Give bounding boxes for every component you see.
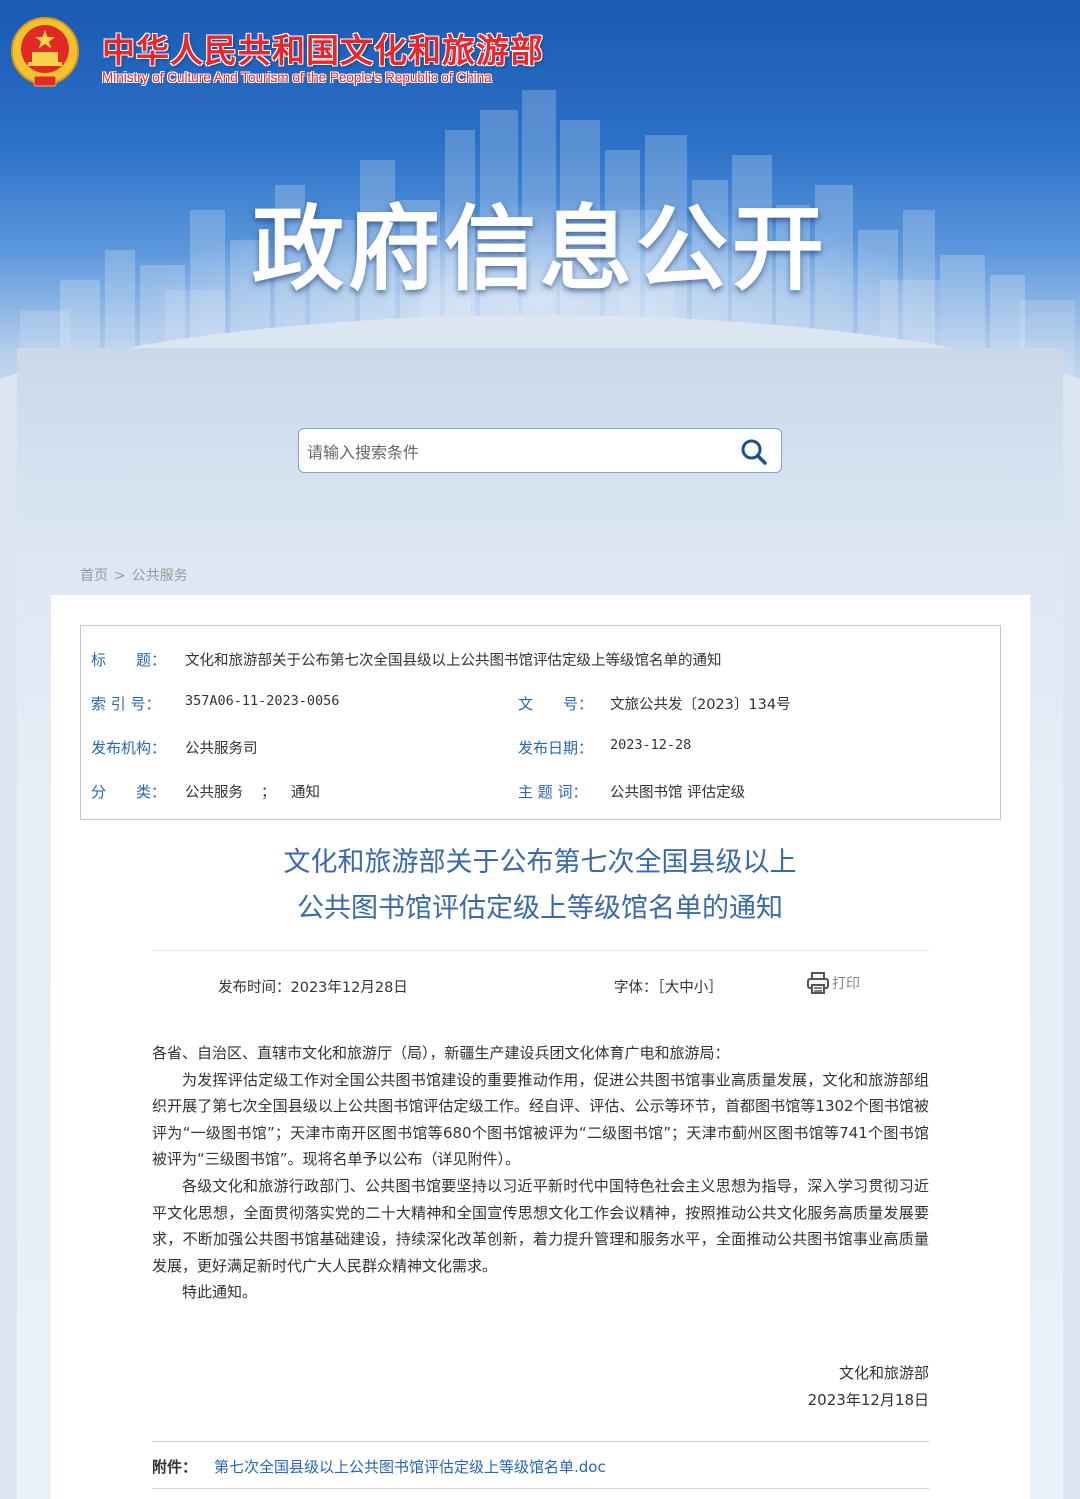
search-icon[interactable] <box>739 437 769 467</box>
site-subtitle: Ministry of Culture And Tourism of the P… <box>102 70 492 85</box>
font-size-switcher[interactable]: 字体：［大中小］ <box>614 976 723 997</box>
attachment-link[interactable]: 第七次全国县级以上公共图书馆评估定级上等级馆名单.doc <box>214 1456 606 1477</box>
document-metadata-box: 标 题： 文化和旅游部关于公布第七次全国县级以上公共图书馆评估定级上等级馆名单的… <box>80 625 1001 820</box>
print-label: 打印 <box>832 976 860 992</box>
meta-date-value: 2023-12-28 <box>610 737 692 753</box>
signer: 文化和旅游部 <box>838 1364 929 1382</box>
meta-index-value: 357A06-11-2023-0056 <box>185 693 340 709</box>
attachment-divider-top <box>152 1441 929 1442</box>
meta-title-label: 标 题： <box>91 651 167 669</box>
paragraph-1: 为发挥评估定级工作对全国公共图书馆建设的重要推动作用，促进公共图书馆事业高质量发… <box>152 1070 929 1169</box>
publish-time: 发布时间：2023年12月28日 <box>218 980 408 996</box>
meta-category-value-2: 通知 <box>291 785 320 801</box>
breadcrumb-current[interactable]: 公共服务 <box>132 568 188 584</box>
banner-heading: 政府信息公开 <box>251 195 828 303</box>
article-title-line-1: 文化和旅游部关于公布第七次全国县级以上 <box>283 847 797 878</box>
salutation: 各省、自治区、直辖市文化和旅游厅（局），新疆生产建设兵团文化体育广电和旅游局： <box>152 1044 730 1062</box>
national-emblem-icon <box>11 17 79 87</box>
paragraph-2: 各级文化和旅游行政部门、公共图书馆要坚持以习近平新时代中国特色社会主义思想为指导… <box>152 1176 929 1275</box>
meta-org-value: 公共服务司 <box>185 741 258 757</box>
attachment-label: 附件： <box>152 1458 198 1476</box>
search-input[interactable] <box>305 437 729 467</box>
meta-index-label: 索 引 号： <box>91 695 161 713</box>
meta-keywords-label: 主 题 词： <box>518 783 588 801</box>
site-title: 中华人民共和国文化和旅游部 <box>102 31 544 70</box>
breadcrumb-home[interactable]: 首页 <box>80 568 108 584</box>
paragraph-3: 特此通知。 <box>182 1283 258 1302</box>
meta-docno-value: 文旅公共发〔2023〕134号 <box>610 697 791 713</box>
meta-org-label: 发布机构： <box>91 739 167 757</box>
search-box <box>298 428 782 473</box>
article-title-line-2: 公共图书馆评估定级上等级馆名单的通知 <box>297 893 783 924</box>
meta-date-label: 发布日期： <box>518 739 594 757</box>
article-body: 各省、自治区、直辖市文化和旅游厅（局），新疆生产建设兵团文化体育广电和旅游局： … <box>152 1040 929 1306</box>
sign-date: 2023年12月18日 <box>807 1391 929 1409</box>
print-button[interactable]: 打印 <box>806 970 860 996</box>
meta-title-value: 文化和旅游部关于公布第七次全国县级以上公共图书馆评估定级上等级馆名单的通知 <box>185 653 722 669</box>
printer-icon <box>807 972 829 994</box>
divider <box>152 950 929 951</box>
attachment-divider-bottom <box>152 1488 929 1489</box>
meta-category-separator: ； <box>261 785 276 801</box>
meta-category-label: 分 类： <box>91 783 167 801</box>
meta-category-value-1: 公共服务 <box>185 785 243 801</box>
breadcrumb-separator: > <box>114 568 126 584</box>
meta-keywords-value: 公共图书馆 评估定级 <box>610 785 746 801</box>
breadcrumb: 首页 > 公共服务 <box>80 565 188 585</box>
meta-docno-label: 文 号： <box>518 695 594 713</box>
